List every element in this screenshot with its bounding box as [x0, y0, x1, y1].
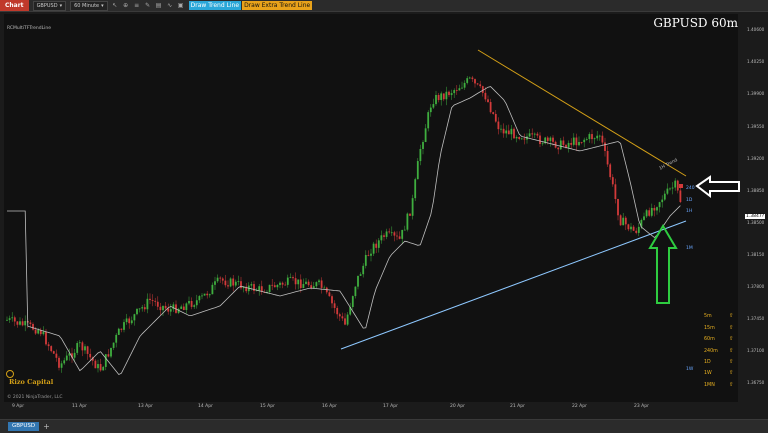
x-tick: 14 Apr	[198, 404, 213, 409]
arrow-up-icon: ⇧	[729, 336, 734, 342]
y-tick: 1.38850	[747, 188, 765, 193]
x-tick: 20 Apr	[450, 404, 465, 409]
x-tick: 22 Apr	[572, 404, 587, 409]
bottom-tab-bar: GBPUSD +	[0, 419, 768, 433]
chevron-down-icon: ▾	[101, 2, 104, 9]
copyright-text: © 2021 NinjaTrader, LLC	[7, 395, 63, 400]
current-price-tag: 1.3847?	[745, 214, 766, 219]
arrow-up-icon: ⇧	[729, 325, 734, 331]
y-tick: 1.40600	[747, 27, 765, 32]
arrow-up-icon: ⇧	[729, 370, 734, 376]
y-tick: 1.37100	[747, 348, 765, 353]
x-tick: 11 Apr	[72, 404, 87, 409]
x-tick: 9 Apr	[12, 404, 25, 409]
indicator-name: RCMultiTFTrendLine	[7, 26, 51, 31]
chart-plot-area[interactable]	[4, 14, 738, 402]
arrow-up-icon: ⇧	[729, 348, 734, 354]
x-tick: 16 Apr	[322, 404, 337, 409]
y-tick: 1.38500	[747, 220, 765, 225]
blue-label: 1D	[686, 198, 693, 203]
y-tick: 1.39900	[747, 91, 765, 96]
y-tick: 1.39550	[747, 124, 765, 129]
y-tick: 1.38150	[747, 252, 765, 257]
interval-selector[interactable]: 60 Minute ▾	[70, 0, 108, 11]
y-tick: 1.37450	[747, 316, 765, 321]
x-tick: 13 Apr	[138, 404, 153, 409]
y-axis: 1.40600 1.40250 1.39900 1.39550 1.39200 …	[745, 14, 768, 404]
logo-icon	[6, 370, 14, 378]
timeframe-240m: 240m	[704, 349, 718, 354]
y-tick: 1.40250	[747, 59, 765, 64]
blue-label: 1W	[686, 367, 694, 372]
x-tick: 23 Apr	[634, 404, 649, 409]
chart-tab[interactable]: Chart	[0, 0, 29, 11]
timeframe-15m: 15m	[704, 326, 715, 331]
strategy-icon[interactable]: ▤	[155, 2, 163, 10]
draw-trend-line-button[interactable]: Draw Trend Line	[188, 1, 242, 10]
arrow-up-icon: ⇧	[729, 359, 734, 365]
indicator-icon[interactable]: ∿	[166, 2, 174, 10]
instrument-label: GBPUSD	[36, 2, 58, 9]
timeframe-1w: 1W	[704, 371, 712, 376]
timeframe-1d: 1D	[704, 360, 711, 365]
chart-title: GBPUSD 60m	[653, 16, 738, 30]
timeframe-60m: 60m	[704, 337, 715, 342]
draw-tools-icon[interactable]: ✎	[144, 2, 152, 10]
add-tab-icon[interactable]: +	[43, 422, 50, 431]
arrow-up-icon: ⇧	[729, 382, 734, 388]
timeframe-5m: 5m	[704, 314, 712, 319]
instrument-tab[interactable]: GBPUSD	[8, 422, 40, 431]
arrow-up-icon: ⇧	[729, 313, 734, 319]
x-axis: 9 Apr 11 Apr 13 Apr 14 Apr 15 Apr 16 Apr…	[0, 404, 745, 414]
x-tick: 15 Apr	[260, 404, 275, 409]
chevron-down-icon: ▾	[59, 2, 63, 9]
y-tick: 1.39200	[747, 156, 765, 161]
top-toolbar: Chart GBPUSD ▾ 60 Minute ▾ ↖ ⊕ ≡ ✎ ▤ ∿ ▣ D…	[0, 0, 768, 12]
interval-label: 60 Minute	[74, 2, 100, 9]
x-tick: 17 Apr	[383, 404, 398, 409]
cursor-icon[interactable]: ↖	[111, 2, 119, 10]
blue-label: 1M	[686, 246, 693, 251]
brand-logo: Rizo Capital	[9, 378, 54, 386]
blue-label: 1H	[686, 209, 693, 214]
camera-icon[interactable]: ▣	[177, 2, 185, 10]
y-tick: 1.36750	[747, 380, 765, 385]
timeframe-1mn: 1MN	[704, 383, 715, 388]
blue-label: 240	[686, 186, 695, 191]
y-tick: 1.37800	[747, 284, 765, 289]
draw-extra-trend-line-button[interactable]: Draw Extra Trend Line	[242, 1, 313, 10]
x-tick: 21 Apr	[510, 404, 525, 409]
instrument-selector[interactable]: GBPUSD ▾	[32, 0, 67, 11]
zoom-icon[interactable]: ⊕	[122, 2, 130, 10]
properties-icon[interactable]: ≡	[133, 2, 141, 10]
